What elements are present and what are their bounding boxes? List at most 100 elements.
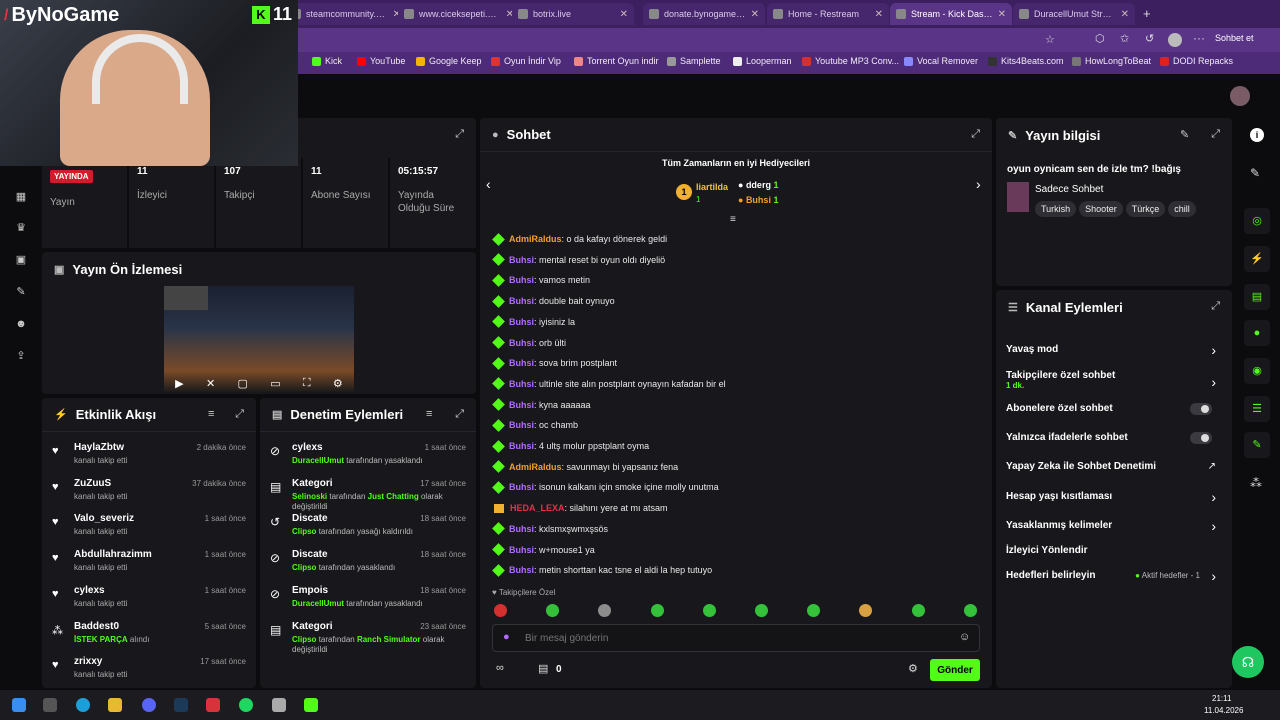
close-icon[interactable]: ✕ (875, 9, 883, 20)
channel-action-row[interactable]: Takipçilere özel sohbet 1 dk. › (1006, 370, 1222, 390)
expand-icon[interactable]: ⤢ (455, 408, 464, 421)
chat-username[interactable]: Buhsi (509, 275, 534, 285)
rail-list-icon[interactable]: ☰ (1244, 396, 1270, 422)
activity-user[interactable]: cylexs (74, 585, 105, 596)
steam-icon[interactable] (174, 698, 188, 712)
chat-message[interactable]: Buhsi: double bait oynuyo (492, 294, 615, 308)
activity-item[interactable]: ♥ cylexs kanalı takip etti 1 saat önce (52, 585, 246, 619)
gear-icon[interactable]: ⚙ (333, 377, 343, 390)
moderation-target[interactable]: Kategori (292, 621, 333, 632)
emote-icon[interactable] (702, 604, 716, 617)
browser-tab[interactable]: DuracellUmut Stream ✕ (1013, 3, 1135, 25)
external-link-icon[interactable]: ↗ (1208, 461, 1216, 472)
moderation-item[interactable]: ⊘ Discate Clipso tarafından yasaklandı 18 s… (270, 549, 466, 583)
layout-icon[interactable]: ▣ (14, 254, 28, 266)
wrench-icon[interactable]: ✎ (14, 286, 28, 298)
chevron-right-icon[interactable]: › (1211, 518, 1216, 534)
bookmark-item[interactable]: Vocal Remover (904, 56, 978, 66)
bookmark-item[interactable]: Samplette (667, 56, 721, 66)
chat-username[interactable]: AdmiRaldus (509, 234, 562, 244)
kick-app-icon[interactable] (304, 698, 318, 712)
upload-icon[interactable]: ⇪ (14, 350, 28, 362)
activity-user[interactable]: zrixxy (74, 656, 102, 667)
emote-icon[interactable] (546, 604, 560, 617)
emoji-icon[interactable]: ☺ (959, 631, 970, 643)
stream-tag[interactable]: Shooter (1079, 201, 1123, 217)
chevron-right-icon[interactable]: › (1211, 489, 1216, 505)
chat-message[interactable]: Buhsi: kxlsmxşwmxşsös (492, 522, 608, 536)
moderator-name[interactable]: DuracellUmut (292, 456, 344, 465)
star-icon[interactable]: ☆ (1045, 33, 1055, 46)
activity-item[interactable]: ♥ HaylaZbtw kanalı takip etti 2 dakika önce (52, 442, 246, 476)
emote-icon[interactable] (650, 604, 664, 617)
channel-action-row[interactable]: Yavaş mod › (1006, 342, 1222, 362)
windows-start-icon[interactable] (12, 698, 26, 712)
browser-tab[interactable]: www.ciceksepeti.com ✕ (398, 3, 520, 25)
moderation-target[interactable]: cylexs (292, 442, 323, 453)
toggle-switch[interactable] (1190, 403, 1212, 415)
emote-icon[interactable] (494, 604, 507, 617)
send-button[interactable]: Gönder (930, 659, 980, 681)
chat-message[interactable]: Buhsi: ultinle site alın postplant oynay… (492, 377, 726, 391)
pip-icon[interactable]: ▢ (237, 377, 247, 390)
channel-action-row[interactable]: Yapay Zeka ile Sohbet Denetimi ↗ (1006, 461, 1222, 479)
stream-tag[interactable]: chill (1168, 201, 1196, 217)
preview-video[interactable]: ▶ ✕ ▢ ▭ ⛶ ⚙ (164, 286, 354, 392)
gift-icon[interactable]: ▤ (538, 662, 548, 675)
moderation-target[interactable]: Discate (292, 549, 328, 560)
moderator-name[interactable]: Clipso (292, 563, 316, 572)
chat-message[interactable]: Buhsi: 4 ultş molur ppstplant oyma (492, 439, 649, 453)
info-icon[interactable]: i (1250, 128, 1264, 142)
bookmark-item[interactable]: Oyun İndir Vip (491, 56, 561, 66)
moderation-target[interactable]: Kategori (292, 478, 333, 489)
chevron-right-icon[interactable]: › (1211, 342, 1216, 358)
chat-username[interactable]: Buhsi (509, 482, 534, 492)
user-avatar[interactable] (1230, 86, 1250, 106)
chat-message[interactable]: Buhsi: oc chamb (492, 418, 578, 432)
emote-icon[interactable] (598, 604, 612, 617)
fullscreen-icon[interactable]: ⛶ (303, 377, 311, 390)
rail-bolt-icon[interactable]: ⚡ (1244, 246, 1270, 272)
chat-message[interactable]: Buhsi: kyna aaaaaa (492, 398, 591, 411)
moderator-name[interactable]: Clipso (292, 635, 316, 644)
emote-icon[interactable] (963, 604, 977, 617)
analytics-icon[interactable]: ▦ (14, 191, 28, 203)
chat-username[interactable]: Buhsi (509, 338, 534, 348)
close-icon[interactable]: ✕ (751, 9, 759, 20)
browser-tab[interactable]: Home - Restream ✕ (767, 3, 889, 25)
channel-points-icon[interactable]: ∞ (496, 662, 504, 674)
new-tab-icon[interactable]: + (1143, 6, 1151, 21)
bookmark-item[interactable]: Torrent Oyun indir (574, 56, 659, 66)
moderation-target[interactable]: Discate (292, 513, 328, 524)
folder-icon[interactable] (108, 698, 122, 712)
bookmark-item[interactable]: YouTube (357, 56, 405, 66)
activity-user[interactable]: ZuZuuS (74, 478, 111, 489)
riot-icon[interactable] (206, 698, 220, 712)
chat-message[interactable]: Buhsi: vamos metin (492, 274, 590, 287)
chat-username[interactable]: Buhsi (509, 317, 534, 327)
moderation-target[interactable]: Empois (292, 585, 328, 596)
chat-username[interactable]: Buhsi (509, 420, 534, 430)
browser-tab[interactable]: Stream - Kick Dashboard ✕ (890, 3, 1012, 25)
rail-document-icon[interactable]: ▤ (1244, 284, 1270, 310)
rail-capture-icon[interactable]: ◎ (1244, 208, 1270, 234)
chevron-right-icon[interactable]: › (1211, 568, 1216, 584)
moderator-name[interactable]: Clipso (292, 527, 316, 536)
browser-tab[interactable]: steamcommunity.com ✕ (285, 3, 407, 25)
activity-item[interactable]: ⁂ Baddest0 İSTEK PARÇA alındı 5 saat önce (52, 621, 246, 655)
chat-input[interactable] (525, 630, 925, 646)
favorites-icon[interactable]: ✩ (1120, 32, 1129, 45)
chat-username[interactable]: Buhsi (509, 400, 534, 410)
browser-tab[interactable]: botrix.live ✕ (512, 3, 634, 25)
activity-user[interactable]: Abdullahrazimm (74, 549, 152, 560)
chat-message[interactable]: Buhsi: metin shorttan kac tsne el aldi l… (492, 563, 712, 577)
chat-message[interactable]: Buhsi: isonun kalkanı için smoke içine m… (492, 481, 719, 494)
activity-user[interactable]: Valo_severiz (74, 513, 134, 524)
activity-item[interactable]: ♥ Valo_severiz kanalı takip etti 1 saat önc… (52, 513, 246, 547)
chat-message[interactable]: HEDA_LEXA: silahını yere at mı atsam (494, 503, 668, 513)
chat-username[interactable]: Buhsi (509, 524, 534, 534)
chat-message[interactable]: Buhsi: iyisiniz la (492, 315, 575, 329)
expand-icon[interactable]: ⤢ (235, 408, 244, 421)
play-icon[interactable]: ▶ (175, 377, 183, 390)
chat-username[interactable]: Buhsi (509, 565, 534, 575)
